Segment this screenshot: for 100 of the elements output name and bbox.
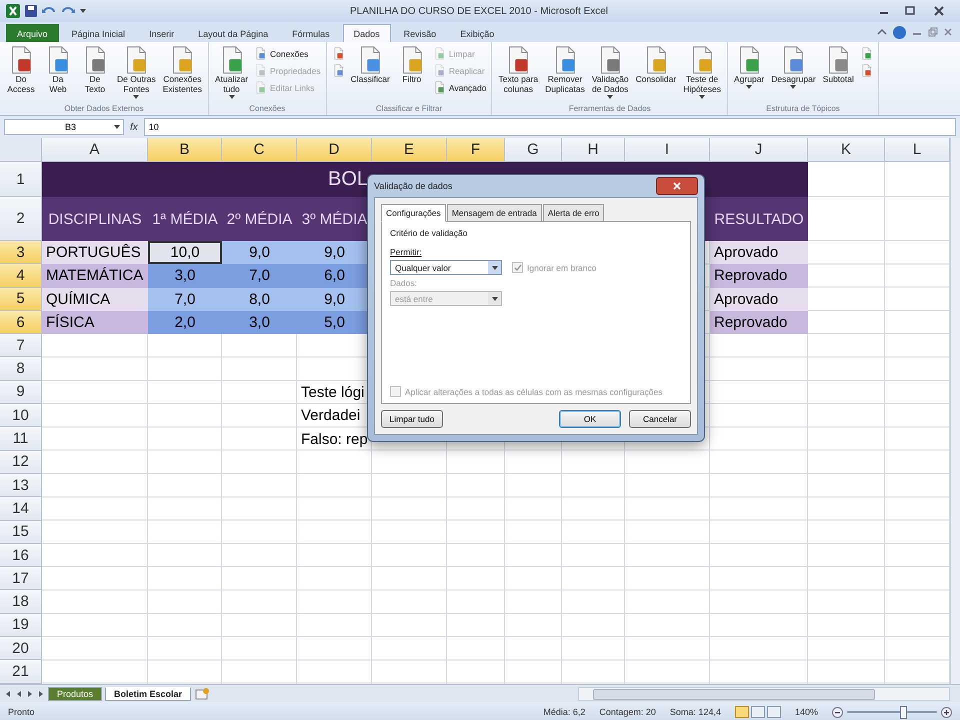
ribbon-tab[interactable]: Dados: [342, 24, 391, 42]
dialog-tab[interactable]: Configurações: [381, 204, 446, 222]
row-header: 20: [0, 637, 42, 660]
ribbon-tab[interactable]: Página Inicial: [60, 24, 136, 42]
dialog-button[interactable]: OK: [559, 410, 621, 428]
row-header: 2: [0, 197, 42, 241]
row-header: 15: [0, 520, 42, 544]
restore-icon[interactable]: [928, 27, 938, 37]
undo-icon[interactable]: [42, 6, 56, 16]
document-icon: [254, 81, 268, 94]
ribbon-button[interactable]: Filtro: [394, 44, 430, 86]
view-button[interactable]: [766, 706, 781, 718]
document-icon: [254, 47, 268, 60]
row-header: 8: [0, 357, 42, 381]
save-icon[interactable]: [25, 5, 37, 17]
caret-icon: [133, 94, 140, 99]
dropdown[interactable]: Qualquer valor: [390, 260, 502, 275]
table-cell: 7,0: [148, 288, 222, 311]
window-title: PLANILHA DO CURSO DE EXCEL 2010 - Microsoft Excel: [348, 6, 610, 16]
table-cell: 3,0: [222, 310, 297, 334]
ribbon-tab[interactable]: Arquivo: [6, 24, 59, 42]
column-header: J: [710, 138, 808, 162]
row-header: 7: [0, 334, 42, 358]
redo-icon[interactable]: [61, 6, 75, 16]
column-header: K: [808, 138, 885, 162]
document-icon: [860, 64, 873, 77]
ribbon-button[interactable]: Do Access: [3, 44, 39, 96]
document-icon: [432, 47, 446, 60]
app-icon[interactable]: [6, 4, 20, 18]
column-header: A: [42, 138, 148, 162]
ribbon-tab[interactable]: Inserir: [138, 24, 186, 42]
ribbon-button[interactable]: Subtotal: [820, 44, 857, 86]
row-header: 11: [0, 427, 42, 451]
horizontal-scrollbar[interactable]: [578, 686, 950, 700]
ribbon-button[interactable]: Remover Duplicatas: [542, 44, 588, 96]
ribbon-button[interactable]: Validação de Dados: [588, 44, 632, 100]
ribbon-button[interactable]: De Texto: [77, 44, 113, 96]
sheet-tab[interactable]: Produtos: [48, 686, 102, 700]
table-cell: Teste lógi: [301, 384, 364, 401]
ribbon-button[interactable]: Atualizar tudo: [212, 44, 252, 100]
dialog-button[interactable]: Limpar tudo: [381, 410, 443, 428]
ribbon-tab[interactable]: Revisão: [392, 24, 448, 42]
ribbon-button[interactable]: Teste de Hipóteses: [680, 44, 724, 100]
dialog-title: Validação de dados: [374, 181, 452, 191]
column-header: C: [222, 138, 297, 162]
zoom-in-icon[interactable]: [941, 706, 952, 718]
insert-sheet-icon[interactable]: [194, 688, 210, 700]
row-header: 19: [0, 614, 42, 638]
group-title: Classificar e Filtrar: [374, 104, 444, 115]
row-header: 13: [0, 474, 42, 498]
ribbon-button[interactable]: Desagrupar: [768, 44, 819, 90]
zoom-level[interactable]: 140%: [794, 707, 818, 717]
vertical-scrollbar[interactable]: [950, 138, 960, 684]
table-cell: 10,0: [148, 241, 222, 264]
row-header: 16: [0, 544, 42, 568]
ribbon-tab[interactable]: Exibição: [449, 24, 506, 42]
view-button[interactable]: [750, 706, 765, 718]
dialog-tab[interactable]: Alerta de erro: [542, 204, 604, 222]
function-label[interactable]: fx: [130, 122, 138, 132]
ribbon-tab[interactable]: Fórmulas: [281, 24, 341, 42]
ribbon-button[interactable]: Conexões: [252, 46, 323, 61]
ribbon-button[interactable]: Texto para colunas: [495, 44, 542, 96]
ribbon-tab[interactable]: Layout da Página: [187, 24, 280, 42]
column-title: RESULTADO: [710, 197, 808, 241]
row-header: 18: [0, 590, 42, 614]
zoom-slider[interactable]: [900, 706, 907, 719]
column-title: 1ª MÉDIA: [148, 197, 222, 241]
formula-field[interactable]: 10: [144, 118, 956, 136]
ribbon-button[interactable]: Conexões Existentes: [160, 44, 205, 96]
caret-icon: [607, 94, 614, 99]
view-button[interactable]: [734, 706, 749, 718]
dialog-button[interactable]: Cancelar: [629, 410, 691, 428]
column-header: B: [148, 138, 222, 162]
caret-icon: [492, 296, 498, 300]
group-title: Ferramentas de Dados: [568, 104, 652, 115]
dialog-tab[interactable]: Mensagem de entrada: [446, 204, 542, 222]
help-icon[interactable]: [893, 26, 906, 38]
table-cell: Falso: rep: [301, 430, 368, 448]
row-header: 21: [0, 660, 42, 684]
close-button[interactable]: [656, 177, 698, 195]
table-cell: MATEMÁTICA: [42, 264, 148, 288]
table-cell: Reprovado: [710, 310, 808, 334]
document-icon: [432, 64, 446, 77]
zoom-out-icon[interactable]: [832, 706, 843, 718]
document-icon: [432, 81, 446, 94]
ribbon-button[interactable]: Da Web: [40, 44, 76, 96]
ribbon-button[interactable]: Classificar: [348, 44, 393, 86]
table-cell: QUÍMICA: [42, 288, 148, 311]
checkbox-label: Ignorar em branco: [527, 262, 596, 272]
sheet-tab[interactable]: Boletim Escolar: [105, 686, 192, 700]
table-cell: PORTUGUÊS: [42, 241, 148, 264]
collapse-ribbon-icon[interactable]: [877, 28, 887, 36]
column-title: 2º MÉDIA: [222, 197, 297, 241]
caret-icon: [492, 266, 498, 270]
ribbon-button[interactable]: Agrupar: [731, 44, 768, 90]
ribbon-button[interactable]: Avançado: [430, 80, 488, 95]
ribbon-button[interactable]: Consolidar: [632, 44, 680, 86]
ribbon-button[interactable]: De Outras Fontes: [114, 44, 159, 100]
status-stat: Soma: 124,4: [670, 707, 721, 717]
name-box[interactable]: B3: [4, 119, 124, 135]
